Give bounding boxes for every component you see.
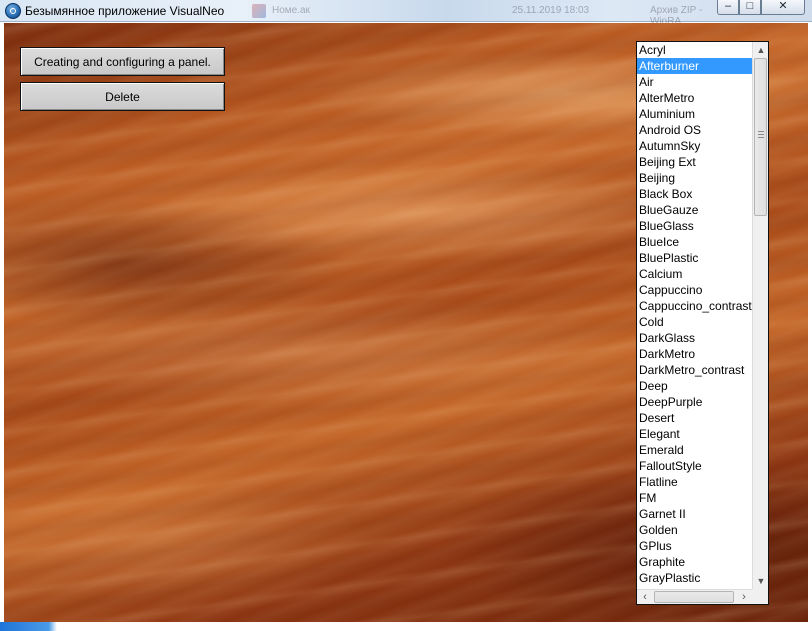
list-item[interactable]: GrayPlastic (637, 570, 752, 586)
list-item[interactable]: Desert (637, 410, 752, 426)
list-item[interactable]: Afterburner (637, 58, 752, 74)
list-item[interactable]: BluePlastic (637, 250, 752, 266)
create-panel-button[interactable]: Creating and configuring a panel. (20, 47, 225, 76)
desktop-bottom-strip (0, 622, 812, 631)
list-item[interactable]: DeepPurple (637, 394, 752, 410)
list-item[interactable]: Cappuccino_contrast (637, 298, 752, 314)
list-item[interactable]: Garnet II (637, 506, 752, 522)
list-item[interactable]: FM (637, 490, 752, 506)
list-item[interactable]: Calcium (637, 266, 752, 282)
title-bar[interactable]: Безымянное приложение VisualNeo Номе.ак … (0, 0, 812, 27)
maximize-button[interactable]: □ (739, 0, 761, 15)
list-item[interactable]: Deep (637, 378, 752, 394)
list-item[interactable]: AutumnSky (637, 138, 752, 154)
list-item[interactable]: DarkMetro_contrast (637, 362, 752, 378)
list-item[interactable]: DarkGlass (637, 330, 752, 346)
list-item[interactable]: BlueIce (637, 234, 752, 250)
list-item[interactable]: Air (637, 74, 752, 90)
vertical-scrollbar[interactable]: ▲ ▼ (752, 42, 768, 589)
background-taskbar-ghost: Номе.ак 25.11.2019 18:03 Архив ZIP - Win… (250, 3, 710, 27)
list-item[interactable]: Graphite (637, 554, 752, 570)
scroll-down-arrow-icon[interactable]: ▼ (753, 573, 768, 589)
vertical-scroll-thumb[interactable] (754, 58, 767, 216)
list-item[interactable]: DarkMetro (637, 346, 752, 362)
list-item[interactable]: Cappuccino (637, 282, 752, 298)
list-item[interactable]: Elegant (637, 426, 752, 442)
list-item[interactable]: Beijing (637, 170, 752, 186)
list-item[interactable]: Flatline (637, 474, 752, 490)
list-item[interactable]: Acryl (637, 42, 752, 58)
list-item[interactable]: Beijing Ext (637, 154, 752, 170)
list-item[interactable]: BlueGlass (637, 218, 752, 234)
window-title: Безымянное приложение VisualNeo (25, 4, 225, 18)
list-item[interactable]: AlterMetro (637, 90, 752, 106)
scroll-left-arrow-icon[interactable]: ‹ (637, 590, 653, 604)
list-item[interactable]: FalloutStyle (637, 458, 752, 474)
skin-list[interactable]: Acryl Afterburner Air AlterMetro Aluminium An… (637, 42, 752, 590)
ghost-datetime: 25.11.2019 18:03 (512, 5, 590, 16)
horizontal-scroll-thumb[interactable] (654, 591, 734, 603)
skin-listbox[interactable]: Acryl Afterburner Air AlterMetro Aluminium An… (636, 41, 769, 605)
client-area: Creating and configuring a panel. Delete… (4, 23, 808, 622)
list-item[interactable]: Android OS (637, 122, 752, 138)
list-item[interactable]: Aluminium (637, 106, 752, 122)
list-item[interactable]: Black Box (637, 186, 752, 202)
minimize-button[interactable]: – (717, 0, 739, 15)
close-button[interactable]: ✕ (761, 0, 805, 15)
list-item[interactable]: Golden (637, 522, 752, 538)
scrollbar-corner (752, 589, 768, 604)
list-item[interactable]: Cold (637, 314, 752, 330)
scroll-up-arrow-icon[interactable]: ▲ (753, 42, 768, 58)
list-item[interactable]: BlueGauze (637, 202, 752, 218)
app-globe-icon[interactable] (5, 3, 21, 19)
scroll-right-arrow-icon[interactable]: › (736, 590, 752, 604)
list-item[interactable]: GPlus (637, 538, 752, 554)
horizontal-scrollbar[interactable]: ‹ › (637, 589, 752, 604)
archive-icon (252, 4, 266, 18)
delete-button[interactable]: Delete (20, 82, 225, 111)
list-item[interactable]: Emerald (637, 442, 752, 458)
ghost-item-label: Номе.ак (272, 5, 310, 16)
grip-icon (758, 131, 764, 138)
